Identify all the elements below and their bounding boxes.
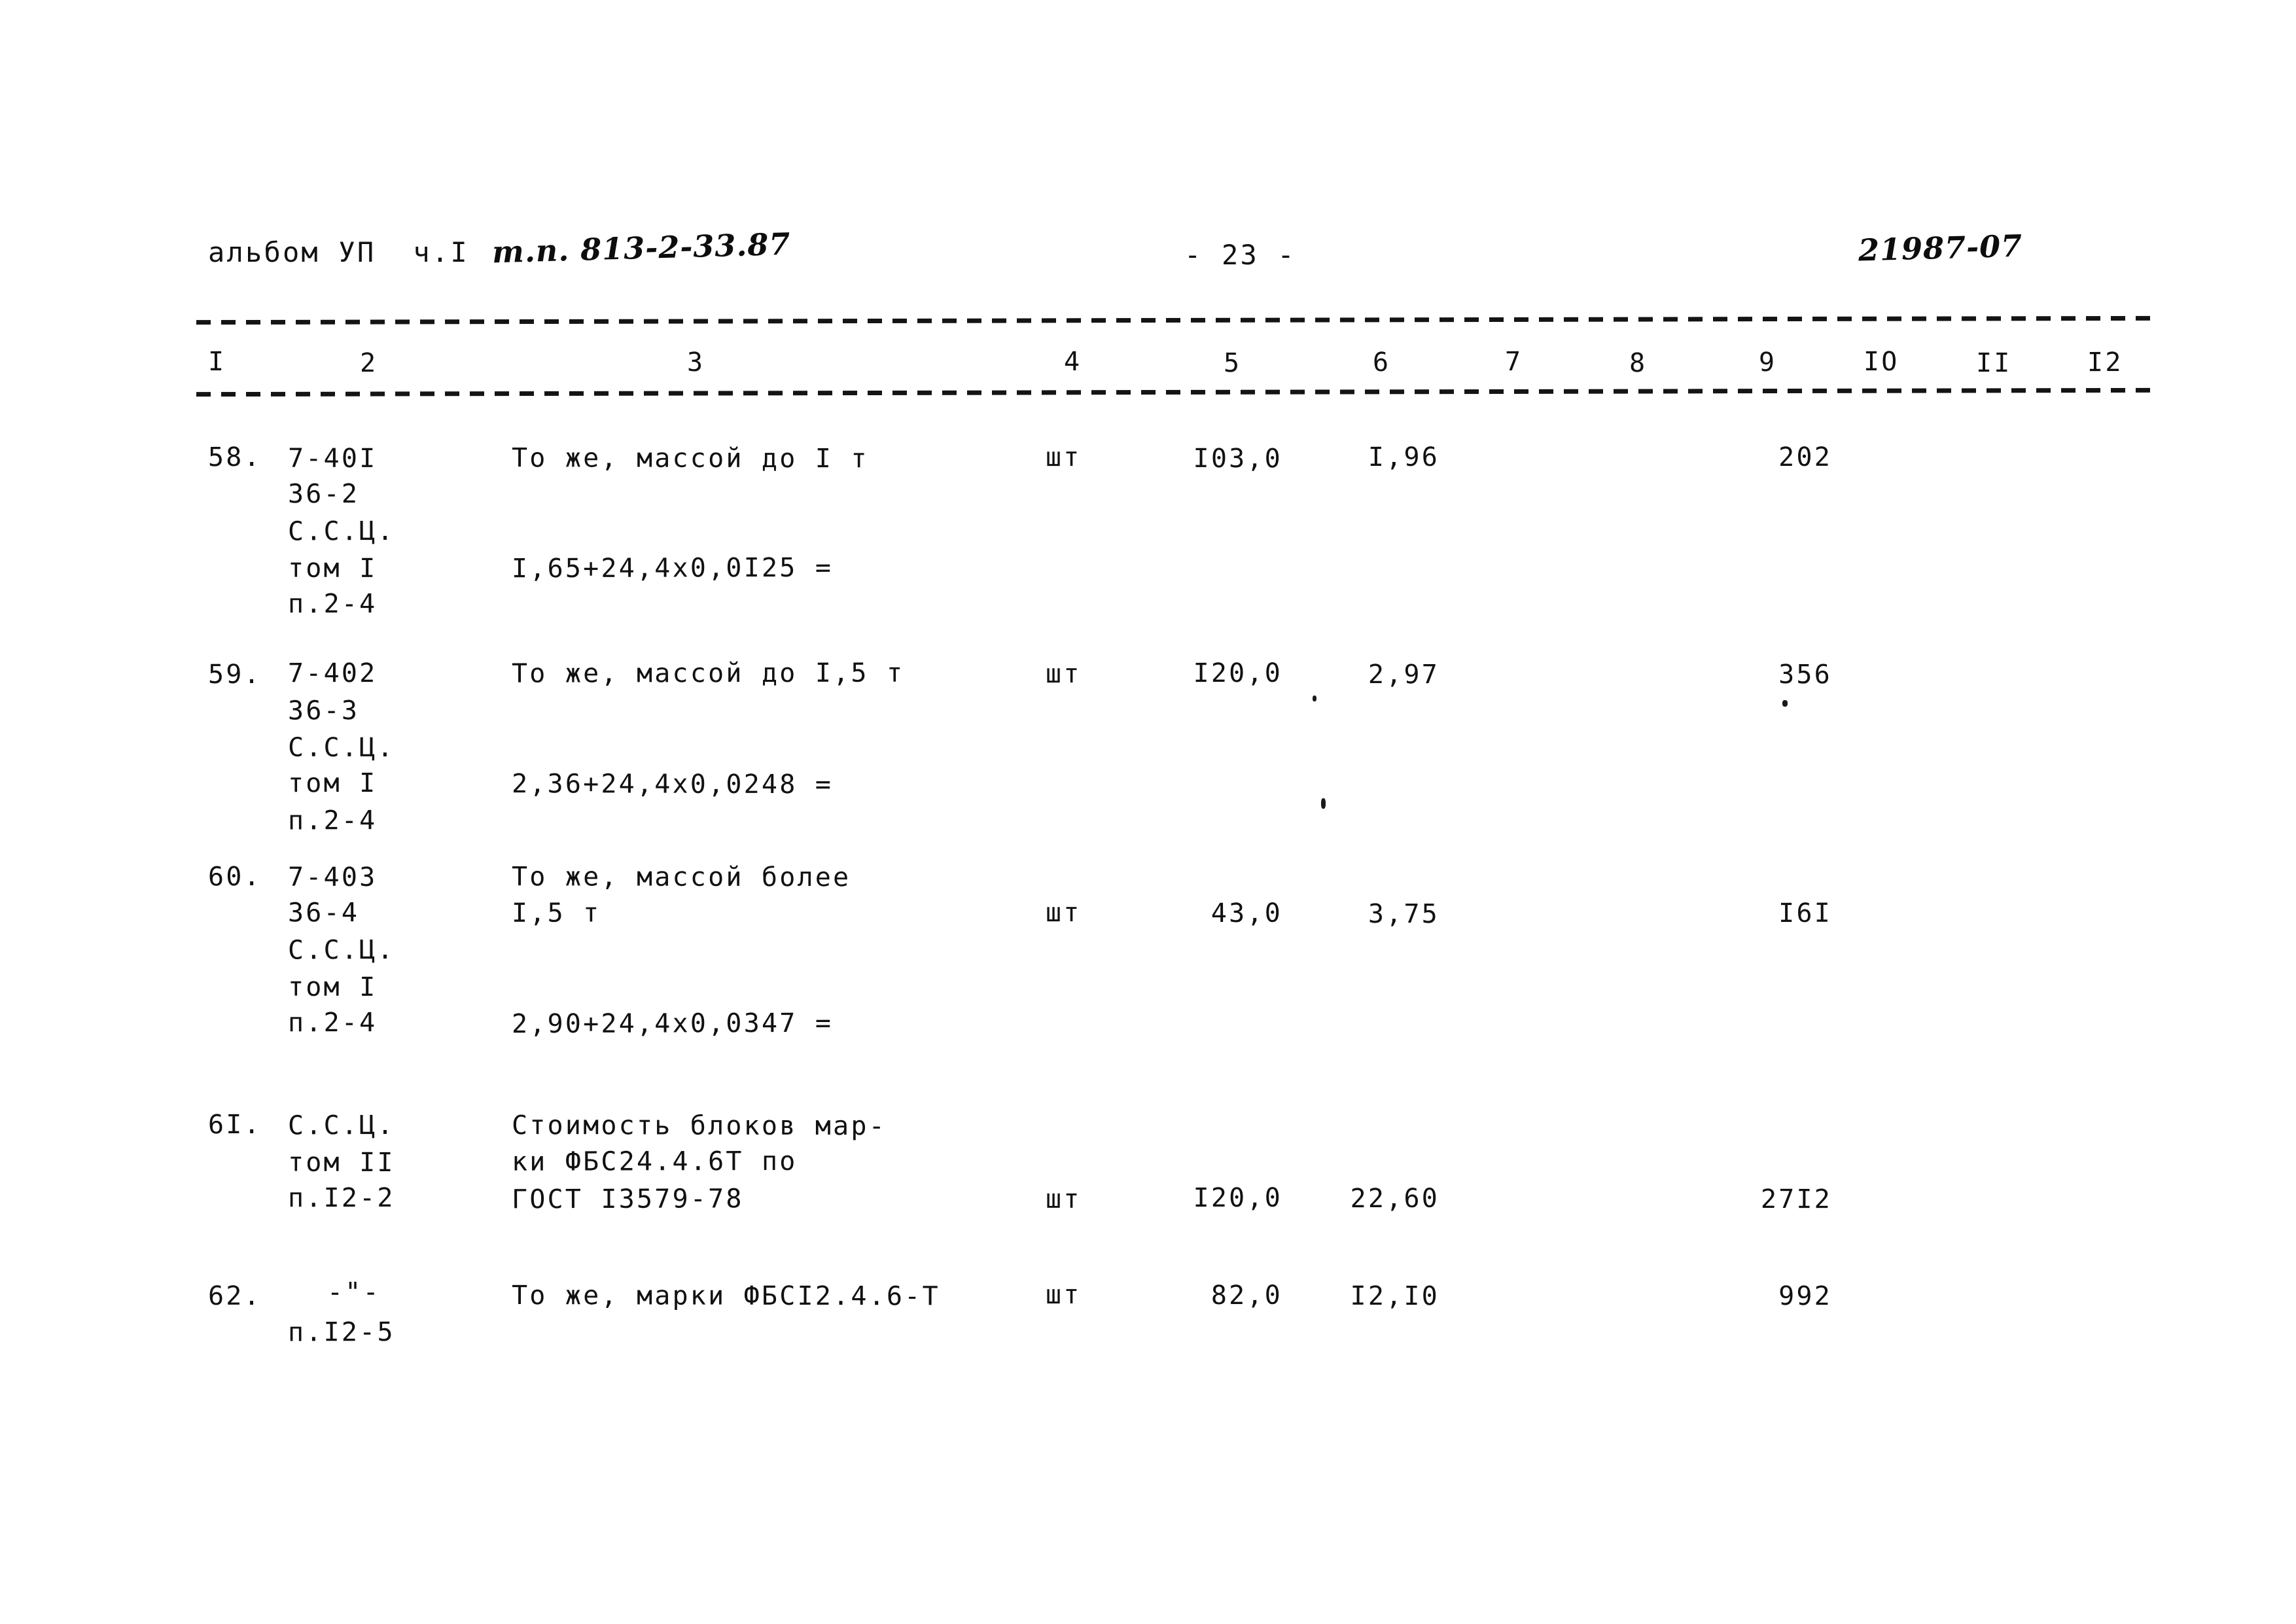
column-number-6: 6 xyxy=(1372,347,1391,378)
row-total: I6I xyxy=(1778,898,1833,928)
row-description-line-1: То же, массой более xyxy=(511,862,851,893)
row-code-line-4: том I xyxy=(287,972,378,1002)
row-code-line-3: С.С.Ц. xyxy=(287,934,395,966)
scanned-page: альбом УП ч.I т.п. 813-2-33.87 - 23 - 21… xyxy=(0,0,2296,1624)
table-rule-bottom xyxy=(196,387,2153,397)
scan-speck xyxy=(1782,700,1788,707)
row-qty: I20,0 xyxy=(1193,658,1283,689)
row-code-line-3: п.I2-2 xyxy=(287,1182,395,1214)
row-description-line-1: То же, массой до I т xyxy=(511,443,869,474)
scan-speck xyxy=(1313,696,1316,701)
column-number-11: II xyxy=(1975,347,2012,379)
row-qty: 82,0 xyxy=(1210,1280,1283,1311)
row-unit: шт xyxy=(1045,898,1082,928)
row-code-line-5: п.2-4 xyxy=(287,805,378,836)
column-number-10: IO xyxy=(1863,346,1899,378)
row-code-line-1: 7-402 xyxy=(287,658,378,689)
row-description-line-2: I,5 т xyxy=(511,898,601,928)
column-number-9: 9 xyxy=(1758,347,1777,378)
row-price: I,96 xyxy=(1368,442,1440,473)
column-number-12: I2 xyxy=(2087,347,2123,378)
column-number-4: 4 xyxy=(1063,346,1082,378)
scan-speck xyxy=(1321,798,1326,809)
row-qty: I03,0 xyxy=(1193,443,1283,474)
row-qty: 43,0 xyxy=(1210,898,1283,929)
row-code-line-2: 36-2 xyxy=(287,479,360,510)
row-total: 356 xyxy=(1778,660,1833,690)
row-code-line-2: том II xyxy=(287,1147,395,1178)
table-rule-top xyxy=(196,315,2153,325)
row-code-line-5: п.2-4 xyxy=(287,1008,378,1038)
row-total: 992 xyxy=(1778,1281,1833,1312)
row-code-line-3: С.С.Ц. xyxy=(287,732,395,764)
row-total: 202 xyxy=(1778,442,1833,472)
row-unit: шт xyxy=(1045,1280,1082,1311)
row-number: 59. xyxy=(207,659,262,690)
row-code-line-1: С.С.Ц. xyxy=(287,1110,395,1141)
row-code-line-2: п.I2-5 xyxy=(287,1316,395,1348)
row-unit: шт xyxy=(1045,1184,1082,1214)
row-code-line-3: С.С.Ц. xyxy=(287,516,395,547)
row-description-line-1: То же, массой до I,5 т xyxy=(511,658,905,689)
row-unit: шт xyxy=(1045,442,1082,473)
row-total: 27I2 xyxy=(1760,1184,1833,1215)
column-number-7: 7 xyxy=(1504,346,1523,378)
row-number: 60. xyxy=(207,861,262,892)
row-number: 62. xyxy=(207,1280,262,1312)
row-code-line-5: п.2-4 xyxy=(287,589,378,620)
row-code-line-1: 7-403 xyxy=(287,862,378,892)
row-description-line-1: Стоимость блоков мар- xyxy=(511,1110,887,1142)
row-price: 22,60 xyxy=(1350,1183,1440,1214)
row-formula: 2,36+24,4х0,0248 = xyxy=(511,769,834,800)
row-number: 58. xyxy=(207,442,262,473)
column-number-1: I xyxy=(207,346,226,378)
row-ditto-mark: -"- xyxy=(327,1277,381,1308)
row-code-line-1: 7-40I xyxy=(287,443,378,474)
row-price: 3,75 xyxy=(1368,898,1440,930)
row-code-line-2: 36-4 xyxy=(287,898,360,928)
row-description-line-1: То же, марки ФБСI2.4.6-Т xyxy=(511,1280,940,1312)
row-formula: 2,90+24,4х0,0347 = xyxy=(511,1008,834,1040)
row-formula: I,65+24,4х0,0I25 = xyxy=(511,552,834,584)
row-number: 6I. xyxy=(207,1109,262,1140)
row-price: I2,I0 xyxy=(1350,1280,1440,1312)
row-code-line-4: том I xyxy=(287,768,378,799)
row-code-line-4: том I xyxy=(287,553,378,584)
column-number-2: 2 xyxy=(359,347,378,379)
column-number-5: 5 xyxy=(1223,347,1242,379)
column-number-3: 3 xyxy=(686,347,705,378)
row-price: 2,97 xyxy=(1368,659,1440,690)
row-qty: I20,0 xyxy=(1193,1182,1283,1214)
row-description-line-3: ГОСТ I3579-78 xyxy=(511,1184,744,1215)
cost-estimate-table: I 2 3 4 5 6 7 8 9 IO II I2 58. 7-40I 36-… xyxy=(0,0,2296,1624)
column-number-8: 8 xyxy=(1629,347,1648,379)
row-unit: шт xyxy=(1045,659,1082,690)
row-description-line-2: ки ФБС24.4.6Т по xyxy=(511,1146,798,1177)
row-code-line-2: 36-3 xyxy=(287,696,360,726)
